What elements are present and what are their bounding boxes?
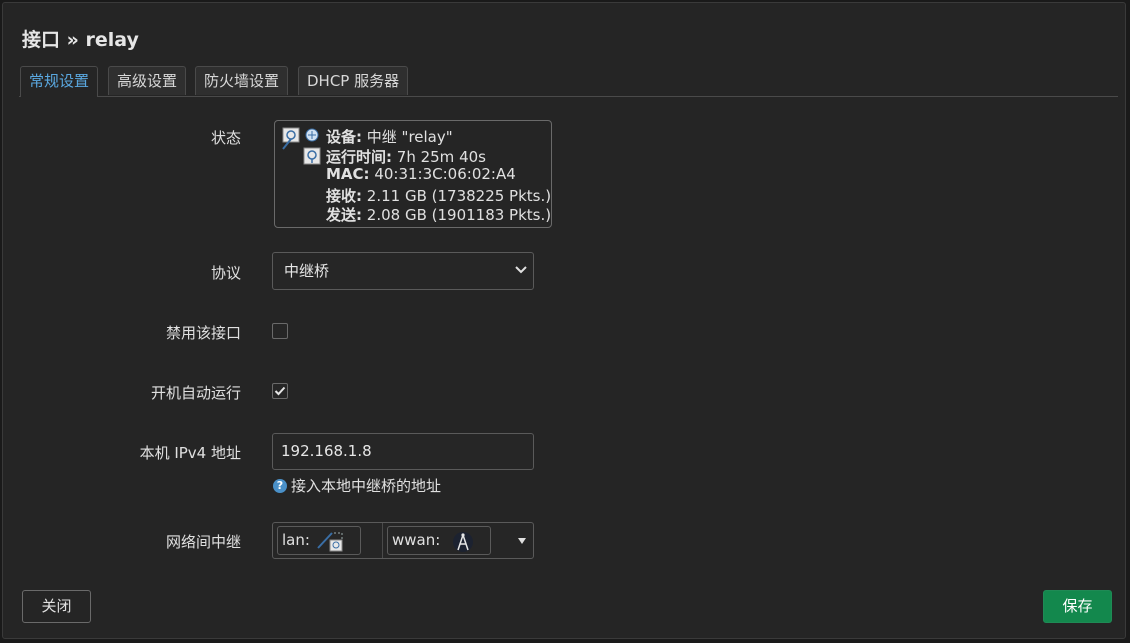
relay-between-label: 网络间中继 [165, 533, 241, 551]
disable-interface-checkbox[interactable] [272, 323, 288, 339]
page-title: 接口 » relay [22, 29, 139, 51]
relay-networks-select[interactable]: lan: wwan: [272, 522, 534, 559]
help-icon: ? [273, 479, 287, 493]
protocol-select[interactable]: 中继桥 [272, 252, 534, 290]
chip-lan-label: lan: [282, 531, 310, 549]
lan-port-icon [316, 530, 346, 561]
chevron-down-icon [515, 266, 527, 274]
tab-general[interactable]: 常规设置 [20, 66, 99, 97]
status-uptime: 运行时间: 7h 25m 40s [326, 148, 486, 166]
check-icon [274, 386, 286, 396]
close-button[interactable]: 关闭 [22, 590, 91, 623]
status-rx: 接收: 2.11 GB (1738225 Pkts.) [326, 187, 552, 205]
chip-divider [382, 523, 383, 558]
tab-advanced[interactable]: 高级设置 [108, 66, 187, 95]
tab-bar: 常规设置 高级设置 防火墙设置 DHCP 服务器 [19, 66, 1118, 97]
status-label: 状态 [210, 129, 241, 147]
ipv4-hint-text: 接入本地中继桥的地址 [291, 477, 442, 495]
ipv4-label: 本机 IPv4 地址 [139, 444, 241, 462]
uptime-port-icon [303, 147, 321, 169]
status-mac: MAC: 40:31:3C:06:02:A4 [326, 165, 516, 183]
interface-modal: 接口 » relay 常规设置 高级设置 防火墙设置 DHCP 服务器 状态 设… [2, 2, 1126, 639]
protocol-value: 中继桥 [284, 262, 330, 280]
ipv4-hint: ? 接入本地中继桥的地址 [273, 475, 441, 496]
wifi-antenna-icon [452, 531, 474, 562]
protocol-label: 协议 [210, 264, 241, 282]
autostart-label: 开机自动运行 [150, 384, 241, 402]
status-tx: 发送: 2.08 GB (1901183 Pkts.) [326, 206, 552, 224]
disable-interface-label: 禁用该接口 [165, 324, 241, 342]
ipv4-address-input[interactable]: 192.168.1.8 [272, 433, 534, 470]
status-box: 设备: 中继 "relay" 运行时间: 7h 25m 40s MAC: 40:… [274, 120, 552, 228]
caret-down-icon [518, 538, 526, 544]
network-chip-wwan[interactable]: wwan: [387, 526, 491, 555]
network-chip-lan[interactable]: lan: [277, 526, 361, 555]
status-device: 设备: 中继 "relay" [326, 128, 453, 146]
save-button[interactable]: 保存 [1043, 590, 1112, 623]
autostart-checkbox[interactable] [272, 383, 288, 399]
tab-firewall[interactable]: 防火墙设置 [195, 66, 289, 95]
tab-dhcp[interactable]: DHCP 服务器 [298, 66, 409, 95]
chip-wwan-label: wwan: [392, 531, 441, 549]
